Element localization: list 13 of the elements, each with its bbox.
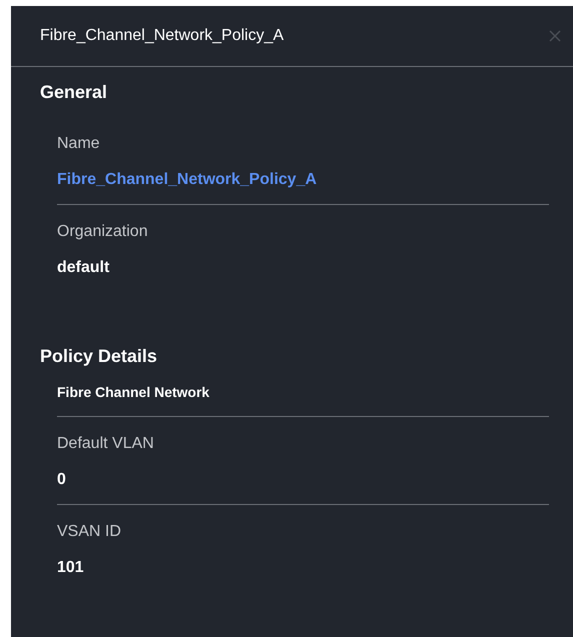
field-label: Organization — [57, 222, 149, 242]
panel-title: Fibre_Channel_Network_Policy_A — [40, 26, 284, 46]
field-value: 101 — [57, 558, 85, 578]
close-icon[interactable] — [549, 30, 561, 42]
field-label: Default VLAN — [57, 434, 155, 454]
section-heading: General — [39, 81, 108, 104]
section-heading: Policy Details — [39, 345, 158, 368]
field-link[interactable]: Fibre_Channel_Network_Policy_A — [57, 170, 549, 190]
field-value: default — [57, 258, 110, 278]
field-value: 0 — [57, 470, 67, 490]
subsection-heading: Fibre Channel Network — [57, 383, 210, 402]
field-label: VSAN ID — [57, 522, 122, 542]
field-label: Name — [57, 134, 101, 154]
